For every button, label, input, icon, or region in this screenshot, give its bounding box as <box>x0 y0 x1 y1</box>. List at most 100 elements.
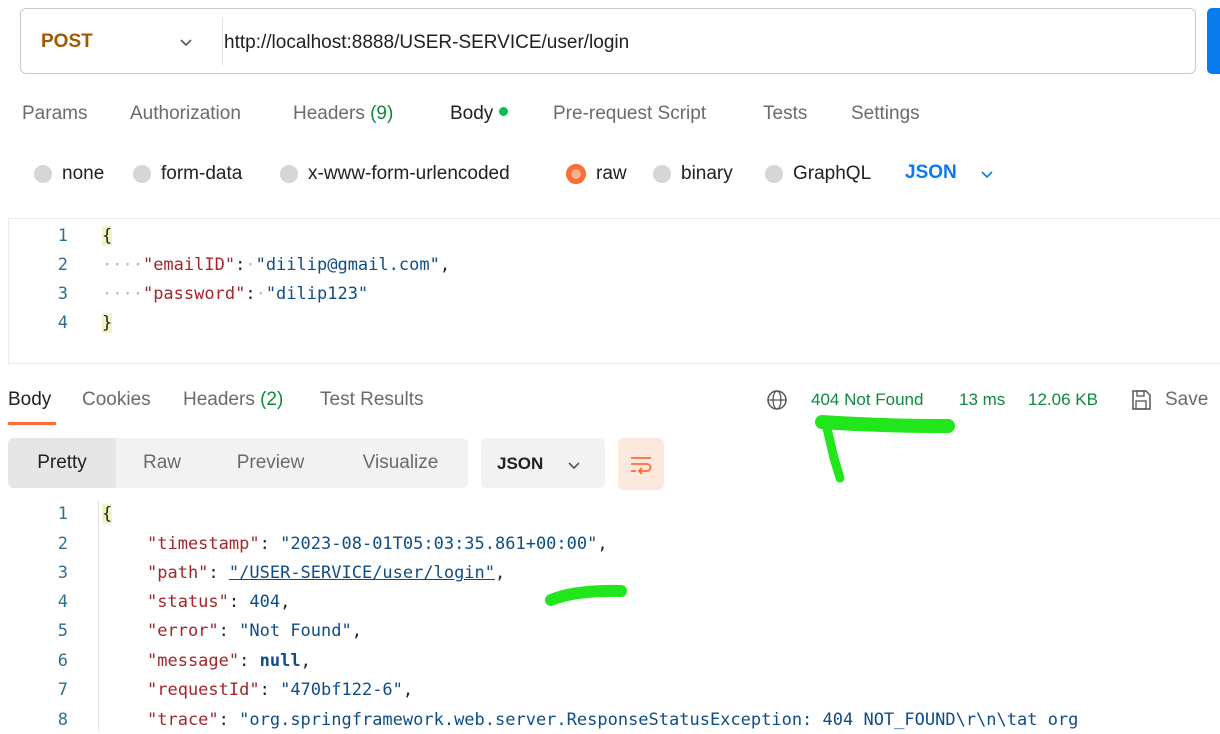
tab-tests[interactable]: Tests <box>763 103 807 125</box>
chevron-down-icon[interactable] <box>979 166 995 182</box>
response-tab-cookies[interactable]: Cookies <box>82 389 151 411</box>
headers-count: (9) <box>370 103 394 124</box>
json-key: "error" <box>147 621 219 641</box>
radio-form-data-label: form-data <box>161 163 243 184</box>
json-key: "status" <box>147 592 229 612</box>
response-format-label: JSON <box>497 454 544 473</box>
response-tab-headers[interactable]: Headers (2) <box>183 389 283 411</box>
radio-raw[interactable]: raw <box>566 163 627 185</box>
json-key: "path" <box>147 563 209 583</box>
chevron-down-icon[interactable] <box>178 34 194 50</box>
code-line: "message": null, <box>147 651 311 671</box>
code-line: "trace": "org.springframework.web.server… <box>147 710 1079 730</box>
radio-urlencoded[interactable]: x-www-form-urlencoded <box>280 163 510 185</box>
json-value: null <box>259 651 301 671</box>
radio-binary[interactable]: binary <box>653 163 733 185</box>
code-line: "path": "/USER-SERVICE/user/login", <box>147 563 506 583</box>
json-key: "trace" <box>147 710 219 730</box>
json-key: "password" <box>142 284 246 304</box>
radio-selected-icon <box>566 164 586 184</box>
view-raw[interactable]: Raw <box>120 438 204 488</box>
line-number: 2 <box>57 255 68 275</box>
radio-form-data[interactable]: form-data <box>133 163 242 185</box>
response-time[interactable]: 13 ms <box>959 390 1005 410</box>
code-line: ····"emailID":·"diilip@gmail.com", <box>102 255 451 275</box>
json-value: "dilip123" <box>265 284 369 304</box>
radio-circle-icon <box>653 165 671 183</box>
tab-settings[interactable]: Settings <box>851 103 920 125</box>
radio-graphql-label: GraphQL <box>793 163 872 184</box>
tab-headers-label: Headers <box>293 103 365 124</box>
active-tab-indicator <box>8 422 56 425</box>
annotation-mark-status <box>815 415 955 483</box>
response-view-tabs: Pretty Raw Preview Visualize <box>8 438 468 488</box>
json-key: "timestamp" <box>147 534 260 554</box>
code-brace: { <box>102 226 113 246</box>
radio-binary-label: binary <box>681 163 733 184</box>
tab-prerequest-script[interactable]: Pre-request Script <box>553 103 706 125</box>
radio-circle-icon <box>34 165 52 183</box>
code-brace: { <box>102 504 113 524</box>
tab-headers[interactable]: Headers (9) <box>293 103 393 125</box>
modified-dot-icon <box>499 107 509 117</box>
view-preview[interactable]: Preview <box>218 438 323 488</box>
radio-circle-icon <box>133 165 151 183</box>
view-pretty[interactable]: Pretty <box>8 438 116 488</box>
code-line: ····"password":·"dilip123" <box>102 284 369 304</box>
line-number: 4 <box>57 592 68 612</box>
send-button[interactable] <box>1207 8 1220 74</box>
json-key: "requestId" <box>147 680 260 700</box>
json-value: "470bf122-6" <box>280 680 403 700</box>
body-format-select[interactable]: JSON <box>905 162 957 184</box>
code-line: "status": 404, <box>147 592 291 612</box>
radio-none-label: none <box>62 163 105 184</box>
line-number: 1 <box>57 226 68 246</box>
response-tab-test-results[interactable]: Test Results <box>320 389 423 411</box>
json-value: "2023-08-01T05:03:35.861+00:00" <box>280 534 598 554</box>
line-number: 8 <box>57 710 68 730</box>
url-divider <box>222 17 223 65</box>
response-tab-headers-label: Headers <box>183 389 255 410</box>
code-line: "error": "Not Found", <box>147 621 362 641</box>
globe-icon[interactable] <box>766 389 788 411</box>
tab-body[interactable]: Body <box>450 103 509 125</box>
json-key: "message" <box>147 651 240 671</box>
line-number: 7 <box>57 680 68 700</box>
tab-authorization[interactable]: Authorization <box>130 103 241 125</box>
line-number: 1 <box>57 504 68 524</box>
line-number: 4 <box>57 313 68 333</box>
method-select[interactable]: POST <box>41 31 93 53</box>
json-link-value[interactable]: "/USER-SERVICE/user/login" <box>229 563 495 583</box>
radio-none[interactable]: none <box>34 163 104 185</box>
tab-params[interactable]: Params <box>22 103 87 125</box>
line-number: 3 <box>57 563 68 583</box>
chevron-down-icon[interactable] <box>566 457 582 473</box>
code-line: "requestId": "470bf122-6", <box>147 680 414 700</box>
response-size[interactable]: 12.06 KB <box>1028 390 1098 410</box>
annotation-mark-path <box>545 584 627 606</box>
code-line-clip: "trace": "org.springframework.web.server… <box>147 710 1220 734</box>
code-brace: } <box>102 313 113 333</box>
line-number: 5 <box>57 621 68 641</box>
save-icon[interactable] <box>1129 388 1153 412</box>
save-response-button[interactable]: Save <box>1165 389 1208 411</box>
response-headers-count: (2) <box>260 389 284 410</box>
response-status[interactable]: 404 Not Found <box>811 390 923 410</box>
radio-circle-icon <box>280 165 298 183</box>
response-tab-body[interactable]: Body <box>8 389 51 411</box>
json-key: "emailID" <box>142 255 236 275</box>
radio-graphql[interactable]: GraphQL <box>765 163 871 185</box>
url-input[interactable]: http://localhost:8888/USER-SERVICE/user/… <box>224 32 629 54</box>
view-visualize[interactable]: Visualize <box>343 438 458 488</box>
url-bar: POST http://localhost:8888/USER-SERVICE/… <box>20 8 1196 74</box>
line-number: 2 <box>57 534 68 554</box>
json-value: "org.springframework.web.server.Response… <box>239 710 1079 730</box>
wrap-lines-icon <box>631 457 652 475</box>
code-line: "timestamp": "2023-08-01T05:03:35.861+00… <box>147 534 608 554</box>
json-value: "Not Found" <box>239 621 352 641</box>
tab-body-label: Body <box>450 103 494 124</box>
line-number: 6 <box>57 651 68 671</box>
radio-raw-label: raw <box>596 163 627 184</box>
radio-urlencoded-label: x-www-form-urlencoded <box>308 163 510 184</box>
gutter-divider <box>98 500 99 731</box>
